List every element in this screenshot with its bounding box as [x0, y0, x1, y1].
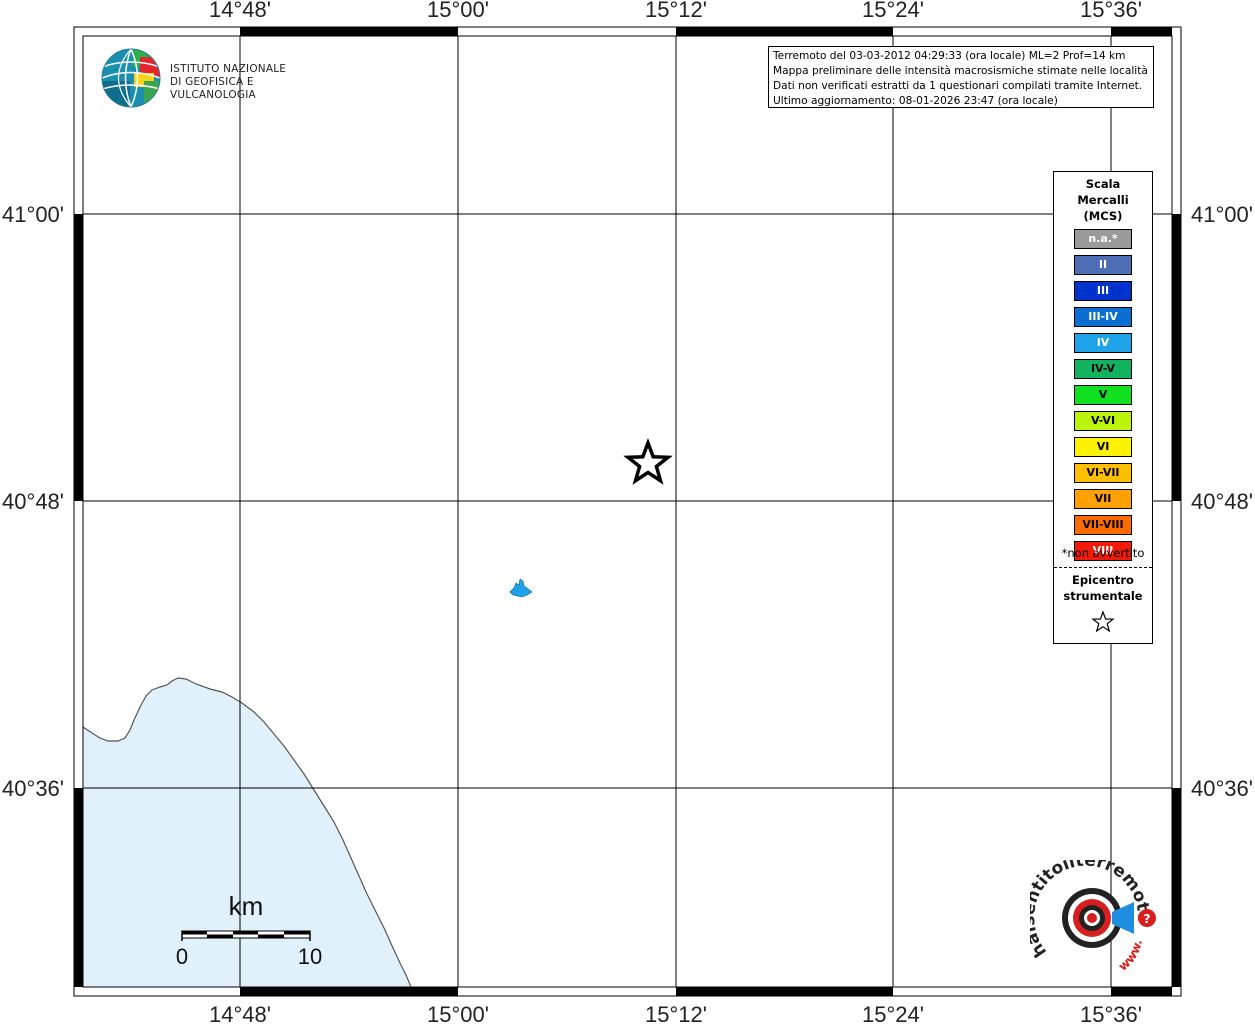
event-info-box: Terremoto del 03-03-2012 04:29:33 (ora l… [768, 46, 1154, 108]
hai-sentito-logo-icon: haisentitoilterremoto.it www. ? [1019, 845, 1156, 974]
event-info-line4: Ultimo aggiornamento: 08-01-2026 23:47 (… [773, 95, 1058, 107]
legend-item: VI [1074, 437, 1132, 457]
lon-label-top: 15°00' [427, 0, 489, 22]
legend-item: n.a.* [1074, 229, 1132, 249]
lat-labels-right: 41°00' 40°48' 40°36' [1191, 202, 1253, 801]
legend-item: V-VI [1074, 411, 1132, 431]
scale-end: 10 [298, 944, 322, 969]
lon-label-top: 15°36' [1080, 0, 1142, 22]
legend-item: IV-V [1074, 359, 1132, 379]
legend-title-line: Mercalli [1077, 193, 1129, 207]
lon-label-bottom: 15°00' [427, 1002, 489, 1024]
lon-label-top: 15°24' [862, 0, 924, 22]
ingv-name: ISTITUTO NAZIONALE DI GEOFISICA E VULCAN… [170, 63, 330, 102]
lat-label-right: 40°36' [1191, 776, 1253, 801]
lat-label-right: 41°00' [1191, 202, 1253, 227]
legend-item: VII-VIII [1074, 515, 1132, 535]
legend-epicenter-line: strumentale [1063, 589, 1143, 603]
hai-sentito-logo: haisentitoilterremoto.it www. ? [1019, 845, 1160, 980]
lon-label-bottom: 15°24' [862, 1002, 924, 1024]
ingv-name-line1: ISTITUTO NAZIONALE [170, 63, 287, 75]
event-info-line3: Dati non verificati estratti da 1 questi… [773, 80, 1143, 92]
mcs-legend: Scala Mercalli (MCS) n.a.* II III III-IV IV I… [1053, 171, 1153, 644]
legend-star-icon [1091, 610, 1115, 633]
event-info-line1: Terremoto del 03-03-2012 04:29:33 (ora l… [773, 50, 1126, 62]
legend-item: V [1074, 385, 1132, 405]
scale-start: 0 [176, 944, 188, 969]
ingv-globe-icon [101, 48, 161, 108]
lon-label-top: 15°12' [645, 0, 707, 22]
lon-labels-bottom: 14°48' 15°00' 15°12' 15°24' 15°36' [209, 1002, 1142, 1024]
legend-epicenter-label: Epicentro strumentale [1054, 572, 1152, 604]
lat-label-left: 41°00' [2, 202, 64, 227]
svg-text:?: ? [1144, 912, 1151, 926]
legend-item: III [1074, 281, 1132, 301]
epicenter-star-icon [623, 438, 673, 485]
legend-epicenter-line: Epicentro [1072, 573, 1134, 587]
legend-item: VII [1074, 489, 1132, 509]
locality-marker [509, 578, 533, 598]
legend-note: *non avvertito [1061, 546, 1145, 560]
lat-label-right: 40°48' [1191, 489, 1253, 514]
lat-label-left: 40°48' [2, 489, 64, 514]
lon-label-top: 14°48' [209, 0, 271, 22]
legend-item: VI-VII [1074, 463, 1132, 483]
legend-item: III-IV [1074, 307, 1132, 327]
lon-labels-top: 14°48' 15°00' 15°12' 15°24' 15°36' [209, 0, 1142, 22]
legend-title-line: Scala [1085, 177, 1121, 191]
legend-item: II [1074, 255, 1132, 275]
legend-items: n.a.* II III III-IV IV IV-V V V-VI VI VI-VII VII VI… [1074, 229, 1132, 567]
lon-label-bottom: 14°48' [209, 1002, 271, 1024]
lon-label-bottom: 15°12' [645, 1002, 707, 1024]
ingv-logo: ISTITUTO NAZIONALE DI GEOFISICA E VULCAN… [100, 47, 330, 109]
event-info-line2: Mappa preliminare delle intensità macros… [773, 65, 1148, 77]
lon-label-bottom: 15°36' [1080, 1002, 1142, 1024]
legend-separator [1054, 567, 1152, 568]
lat-label-left: 40°36' [2, 776, 64, 801]
ingv-name-line2: DI GEOFISICA E VULCANOLOGIA [170, 76, 256, 101]
legend-title-line: (MCS) [1083, 209, 1123, 223]
svg-text:www.: www. [1116, 938, 1145, 973]
legend-title: Scala Mercalli (MCS) [1054, 176, 1152, 224]
scale-unit: km [229, 891, 264, 921]
lat-labels-left: 41°00' 40°48' 40°36' [2, 202, 64, 801]
legend-item: IV [1074, 333, 1132, 353]
